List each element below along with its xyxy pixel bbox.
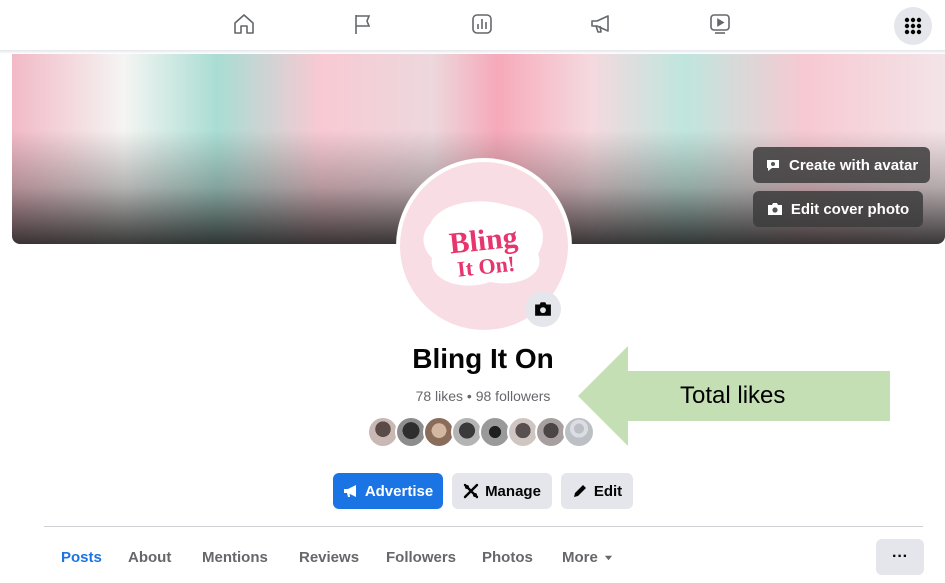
follower-avatars bbox=[367, 416, 595, 448]
create-with-avatar-label: Create with avatar bbox=[789, 156, 919, 174]
avatar-chat-icon bbox=[767, 160, 779, 171]
tab-reviews[interactable]: Reviews bbox=[299, 549, 359, 566]
more-options-button[interactable]: ··· bbox=[876, 539, 924, 575]
tab-mentions[interactable]: Mentions bbox=[202, 549, 268, 566]
apps-grid-icon[interactable] bbox=[894, 7, 932, 45]
top-navigation bbox=[0, 0, 945, 50]
video-icon[interactable] bbox=[705, 9, 735, 39]
caret-down-icon bbox=[604, 555, 612, 561]
flag-icon[interactable] bbox=[348, 9, 378, 39]
tab-more[interactable]: More bbox=[562, 549, 613, 566]
advertise-label: Advertise bbox=[364, 482, 434, 500]
edit-button[interactable]: Edit bbox=[561, 473, 633, 509]
annotation-label: Total likes bbox=[680, 382, 786, 409]
megaphone-icon[interactable] bbox=[586, 9, 616, 39]
megaphone-icon bbox=[343, 485, 356, 497]
manage-button[interactable]: Manage bbox=[452, 473, 552, 509]
tab-about[interactable]: About bbox=[128, 549, 171, 566]
tab-followers[interactable]: Followers bbox=[386, 549, 456, 566]
edit-cover-photo-label: Edit cover photo bbox=[790, 200, 910, 218]
edit-label: Edit bbox=[593, 482, 623, 500]
camera-icon bbox=[535, 302, 551, 316]
profile-camera-button[interactable] bbox=[525, 291, 561, 327]
home-icon[interactable] bbox=[229, 9, 259, 39]
camera-icon bbox=[767, 203, 782, 215]
tab-posts[interactable]: Posts bbox=[61, 549, 102, 566]
edit-cover-photo-button[interactable]: Edit cover photo bbox=[753, 191, 923, 227]
tab-more-label: More bbox=[562, 549, 598, 566]
pencil-icon bbox=[573, 485, 586, 497]
create-with-avatar-button[interactable]: Create with avatar bbox=[753, 147, 931, 183]
tab-photos[interactable]: Photos bbox=[482, 549, 533, 566]
tools-icon bbox=[463, 483, 479, 499]
manage-label: Manage bbox=[485, 482, 541, 500]
advertise-button[interactable]: Advertise bbox=[333, 473, 443, 509]
insights-icon[interactable] bbox=[467, 9, 497, 39]
divider bbox=[44, 526, 923, 527]
